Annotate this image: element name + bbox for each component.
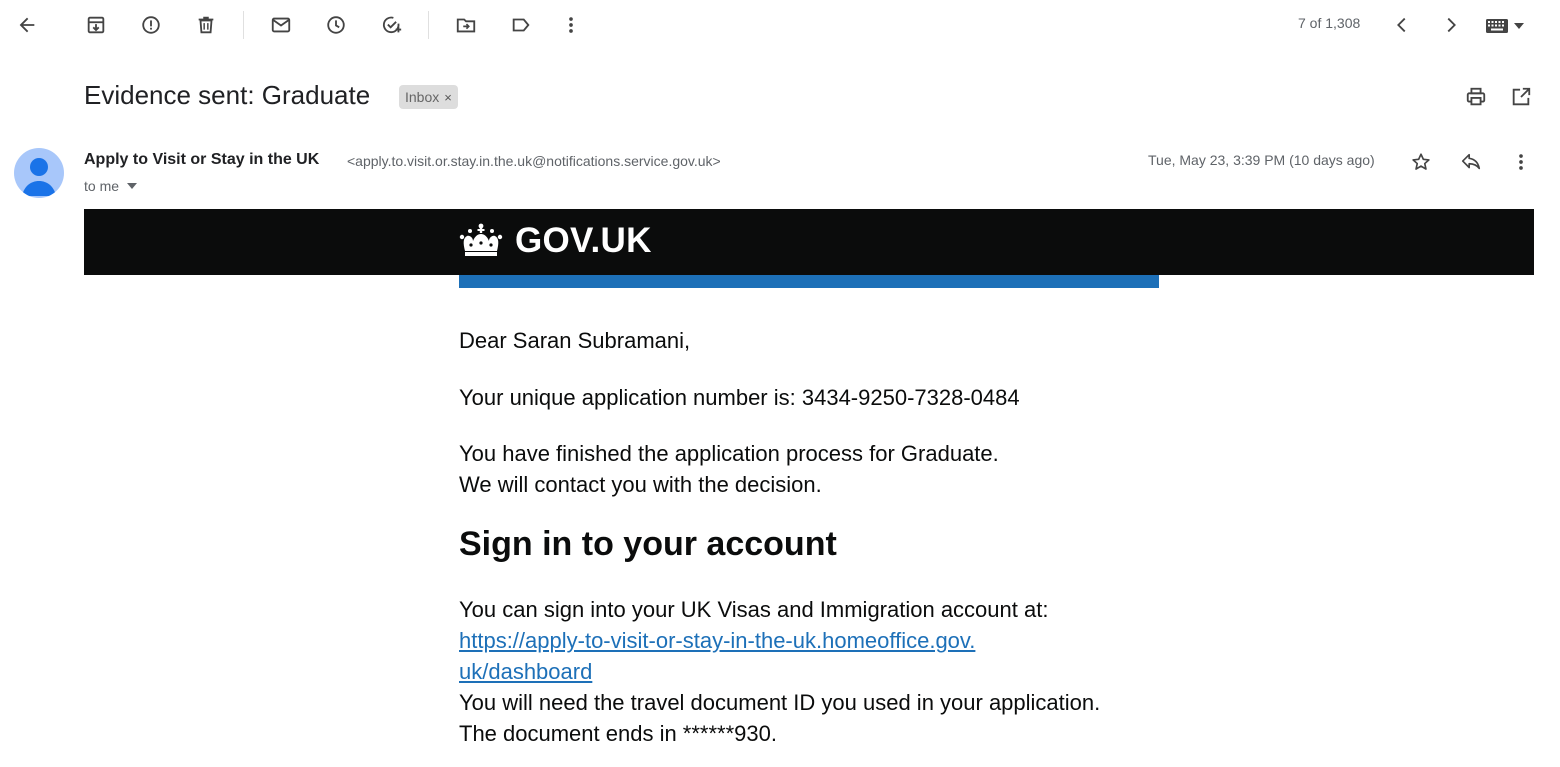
gov-uk-banner — [84, 209, 1534, 275]
add-to-tasks-icon[interactable] — [380, 13, 404, 37]
toolbar-divider — [243, 11, 244, 39]
delete-icon[interactable] — [194, 13, 218, 37]
travel-doc-text: You will need the travel document ID you… — [459, 690, 1101, 715]
greeting: Dear Saran Subramani, — [459, 328, 691, 353]
chevron-down-icon — [1514, 23, 1524, 29]
page-counter: 7 of 1,308 — [1298, 15, 1361, 31]
move-to-icon[interactable] — [454, 13, 478, 37]
person-icon — [22, 158, 56, 196]
dashboard-link[interactable]: https://apply-to-visit-or-stay-in-the-uk… — [459, 628, 975, 684]
label-icon[interactable] — [509, 13, 533, 37]
archive-icon[interactable] — [84, 13, 108, 37]
recipient-details-toggle[interactable]: to me — [84, 178, 138, 194]
toolbar-divider — [428, 11, 429, 39]
document-ending-text: The document ends in ******930. — [459, 721, 777, 746]
mark-unread-icon[interactable] — [269, 13, 293, 37]
open-new-window-icon[interactable] — [1509, 85, 1533, 109]
finished-paragraph: You have finished the application proces… — [459, 438, 1179, 500]
more-vert-icon[interactable] — [559, 13, 583, 37]
signin-paragraph: You can sign into your UK Visas and Immi… — [459, 594, 1179, 749]
email-subject: Evidence sent: Graduate — [84, 80, 371, 110]
signin-text: You can sign into your UK Visas and Immi… — [459, 597, 1049, 622]
back-arrow-icon[interactable] — [15, 13, 39, 37]
sender-email: <apply.to.visit.or.stay.in.the.uk@notifi… — [347, 153, 721, 169]
report-spam-icon[interactable] — [139, 13, 163, 37]
gov-uk-wordmark: GOV.UK — [515, 221, 652, 260]
finished-line-1: You have finished the application proces… — [459, 441, 999, 466]
application-number: Your unique application number is: 3434-… — [459, 385, 1020, 410]
email-date: Tue, May 23, 3:39 PM (10 days ago) — [1148, 152, 1375, 168]
inbox-label-chip[interactable]: Inbox × — [399, 85, 458, 109]
keyboard-icon[interactable] — [1486, 16, 1530, 36]
reply-icon[interactable] — [1459, 150, 1483, 174]
recipient-label: to me — [84, 178, 120, 194]
section-heading: Sign in to your account — [459, 525, 837, 563]
gov-uk-logo[interactable]: GOV.UK — [459, 221, 652, 261]
sender-name[interactable]: Apply to Visit or Stay in the UK — [84, 151, 319, 169]
next-chevron-icon[interactable] — [1439, 13, 1463, 37]
inbox-label-text: Inbox — [405, 89, 440, 105]
crown-icon — [459, 223, 503, 256]
gov-uk-blue-bar — [459, 275, 1159, 288]
snooze-icon[interactable] — [324, 13, 348, 37]
dashboard-link-line-2: uk/dashboard — [459, 659, 593, 684]
more-vert-icon[interactable] — [1509, 150, 1533, 174]
finished-line-2: We will contact you with the decision. — [459, 472, 822, 497]
print-icon[interactable] — [1464, 85, 1488, 109]
dashboard-link-line-1: https://apply-to-visit-or-stay-in-the-uk… — [459, 628, 976, 653]
remove-label-icon[interactable]: × — [444, 90, 452, 105]
prev-chevron-icon[interactable] — [1390, 13, 1414, 37]
chevron-down-icon — [127, 183, 138, 189]
star-icon[interactable] — [1409, 150, 1433, 174]
avatar[interactable] — [14, 148, 64, 198]
